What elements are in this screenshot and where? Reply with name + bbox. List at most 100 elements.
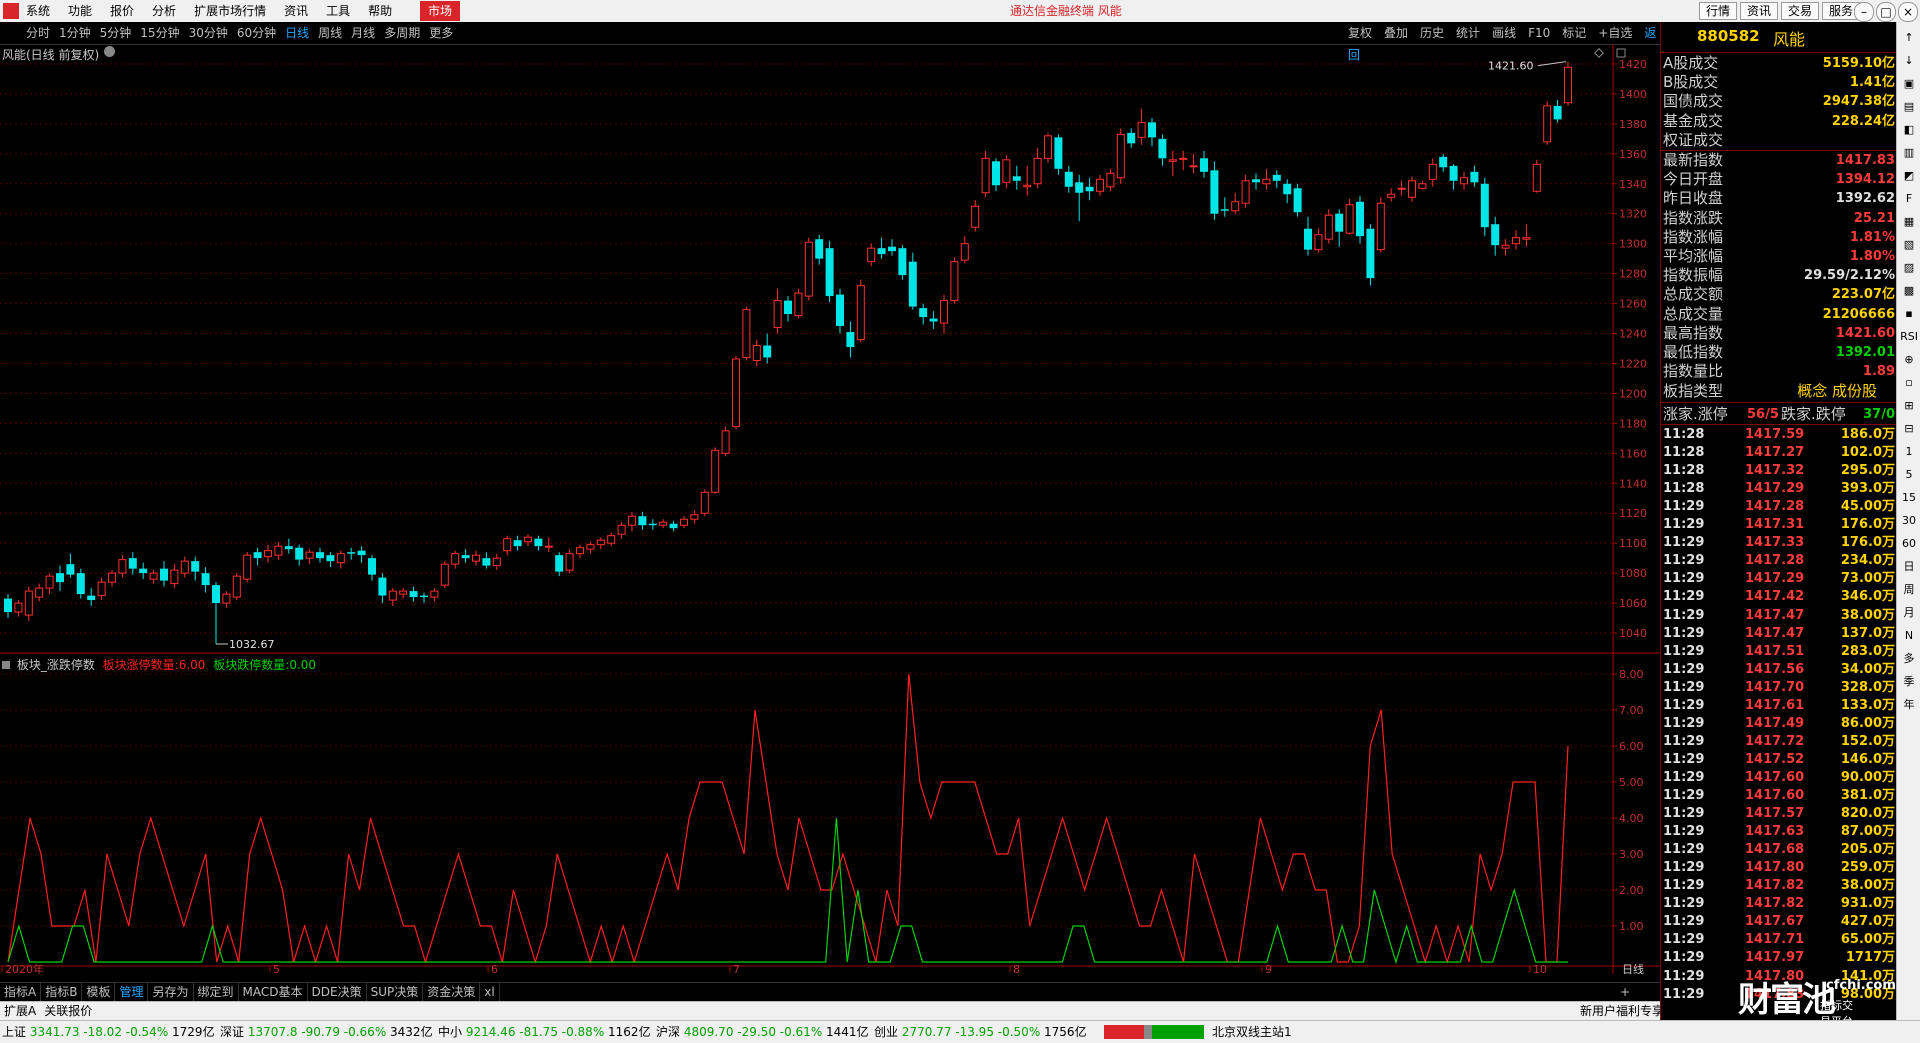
indicator-tab-0[interactable]: 指标A <box>0 983 42 1001</box>
indicator-tab-9[interactable]: 资金决策 <box>423 983 481 1001</box>
chart-tool-7[interactable]: +自选 <box>1598 26 1632 40</box>
indicator-chart[interactable]: 8.00 7.00 6.00 5.00 4.00 3.00 2.00 1.00 2020年 5 6 7… <box>0 654 1660 974</box>
status-index-1[interactable]: 深证 13707.8 -90.79 -0.66% 3432亿 <box>220 1021 433 1043</box>
period-tab-8[interactable]: 月线 <box>351 26 375 40</box>
period-tab-2[interactable]: 5分钟 <box>100 26 132 40</box>
side-tool-21[interactable]: 30 <box>1897 509 1920 532</box>
side-tool-28[interactable]: 季 <box>1897 670 1920 693</box>
menu-6[interactable]: 工具 <box>326 4 350 18</box>
period-tab-3[interactable]: 15分钟 <box>140 26 179 40</box>
y-tick-label: 1240 <box>1619 328 1647 341</box>
chart-tool-2[interactable]: 历史 <box>1420 26 1444 40</box>
status-index-3[interactable]: 沪深 4809.70 -29.50 -0.61% 1441亿 <box>656 1021 869 1043</box>
side-tool-6[interactable]: ◩ <box>1897 164 1920 187</box>
menu-0[interactable]: 系统 <box>26 4 50 18</box>
candlestick-chart[interactable]: 1420 1400 1380 1360 1340 1320 1300 1280 1260 1240… <box>0 44 1660 654</box>
status-index-4[interactable]: 创业 2770.77 -13.95 -0.50% 1756亿 <box>874 1021 1087 1043</box>
side-tool-12[interactable]: ▪ <box>1897 302 1920 325</box>
ext-tab-1[interactable]: 关联报价 <box>40 1002 96 1020</box>
chart-tool-3[interactable]: 统计 <box>1456 26 1480 40</box>
period-tab-6[interactable]: 日线 <box>285 26 309 40</box>
indicator-tab-3[interactable]: 管理 <box>115 983 149 1001</box>
menu-3[interactable]: 分析 <box>152 4 176 18</box>
side-tool-1[interactable]: ↓ <box>1897 49 1920 72</box>
side-tool-9[interactable]: ▧ <box>1897 233 1920 256</box>
minimize-button[interactable]: – <box>1854 2 1874 22</box>
side-tool-11[interactable]: ▩ <box>1897 279 1920 302</box>
period-tab-0[interactable]: 分时 <box>26 26 50 40</box>
menu-2[interactable]: 报价 <box>110 4 134 18</box>
zoom-in-button[interactable]: + <box>1614 983 1636 1001</box>
chart-tool-0[interactable]: 复权 <box>1348 26 1372 40</box>
settings-icon[interactable] <box>1616 48 1626 58</box>
expand-icon[interactable] <box>1594 48 1604 58</box>
period-tab-9[interactable]: 多周期 <box>384 26 420 40</box>
indicator-tab-6[interactable]: MACD基本 <box>239 983 308 1001</box>
indicator-toggle-icon[interactable] <box>2 661 10 669</box>
side-tool-2[interactable]: ▣ <box>1897 72 1920 95</box>
chart-tool-4[interactable]: 画线 <box>1492 26 1516 40</box>
side-tool-26[interactable]: N <box>1897 624 1920 647</box>
side-tool-29[interactable]: 年 <box>1897 693 1920 716</box>
server-name[interactable]: 北京双线主站1 <box>1212 1021 1292 1043</box>
indicator-tab-10[interactable]: xl <box>480 983 500 1001</box>
side-tool-3[interactable]: ▤ <box>1897 95 1920 118</box>
chart-tool-1[interactable]: 叠加 <box>1384 26 1408 40</box>
chart-tool-5[interactable]: F10 <box>1528 26 1550 40</box>
menu-7[interactable]: 帮助 <box>368 4 392 18</box>
side-tool-17[interactable]: ⊟ <box>1897 417 1920 440</box>
candle <box>1522 224 1531 247</box>
side-tool-4[interactable]: ◧ <box>1897 118 1920 141</box>
period-tab-4[interactable]: 30分钟 <box>189 26 228 40</box>
candle <box>1283 179 1292 204</box>
ext-tab-0[interactable]: 扩展A <box>0 1002 40 1020</box>
side-tool-15[interactable]: ▫ <box>1897 371 1920 394</box>
side-tool-13[interactable]: RSI <box>1897 325 1920 348</box>
side-tool-20[interactable]: 15 <box>1897 486 1920 509</box>
indicator-tab-4[interactable]: 另存为 <box>148 983 194 1001</box>
indicator-tab-2[interactable]: 模板 <box>82 983 116 1001</box>
side-tool-5[interactable]: ▥ <box>1897 141 1920 164</box>
chart-title-toggle-icon[interactable] <box>104 46 115 57</box>
market-tab[interactable]: 市场 <box>420 1 461 21</box>
menu-5[interactable]: 资讯 <box>284 4 308 18</box>
side-tool-14[interactable]: ⊕ <box>1897 348 1920 371</box>
menu-4[interactable]: 扩展市场行情 <box>194 4 266 18</box>
candle-body <box>56 573 64 583</box>
top-button-1[interactable]: 资讯 <box>1739 2 1778 20</box>
status-index-2[interactable]: 中小 9214.46 -81.75 -0.88% 1162亿 <box>438 1021 651 1043</box>
side-tool-27[interactable]: 多 <box>1897 647 1920 670</box>
period-tab-5[interactable]: 60分钟 <box>237 26 276 40</box>
period-tab-7[interactable]: 周线 <box>318 26 342 40</box>
tick-time: 11:29 <box>1663 535 1705 551</box>
indicator-tab-1[interactable]: 指标B <box>41 983 83 1001</box>
stat-value: 1392.01 <box>1835 345 1895 360</box>
status-index-0[interactable]: 上证 3341.73 -18.02 -0.54% 1729亿 <box>2 1021 215 1043</box>
chart-tool-6[interactable]: 标记 <box>1562 26 1586 40</box>
top-button-2[interactable]: 交易 <box>1780 2 1819 20</box>
indicator-tab-5[interactable]: 绑定到 <box>194 983 239 1001</box>
side-tool-23[interactable]: 日 <box>1897 555 1920 578</box>
menu-1[interactable]: 功能 <box>68 4 92 18</box>
side-tool-19[interactable]: 5 <box>1897 463 1920 486</box>
restore-button[interactable]: □ <box>1876 2 1896 22</box>
indicator-tab-7[interactable]: DDE决策 <box>308 983 367 1001</box>
bottom-right-item-0[interactable]: 新用户福利专享 <box>1576 1002 1668 1020</box>
side-tool-24[interactable]: 周 <box>1897 578 1920 601</box>
side-tool-0[interactable]: ↑ <box>1897 26 1920 49</box>
side-tool-22[interactable]: 60 <box>1897 532 1920 555</box>
period-tab-1[interactable]: 1分钟 <box>59 26 91 40</box>
candle <box>368 555 376 581</box>
candle <box>97 577 106 601</box>
side-tool-25[interactable]: 月 <box>1897 601 1920 624</box>
side-tool-10[interactable]: ▨ <box>1897 256 1920 279</box>
close-button[interactable]: × <box>1898 2 1918 22</box>
side-tool-16[interactable]: ⊞ <box>1897 394 1920 417</box>
side-tool-8[interactable]: ▦ <box>1897 210 1920 233</box>
side-tool-18[interactable]: 1 <box>1897 440 1920 463</box>
top-button-0[interactable]: 行情 <box>1698 2 1737 20</box>
period-tab-10[interactable]: 更多 <box>429 26 453 40</box>
side-tool-7[interactable]: F <box>1897 187 1920 210</box>
indicator-tab-8[interactable]: SUP决策 <box>367 983 424 1001</box>
tick-volume: 186.0万 <box>1840 427 1895 442</box>
